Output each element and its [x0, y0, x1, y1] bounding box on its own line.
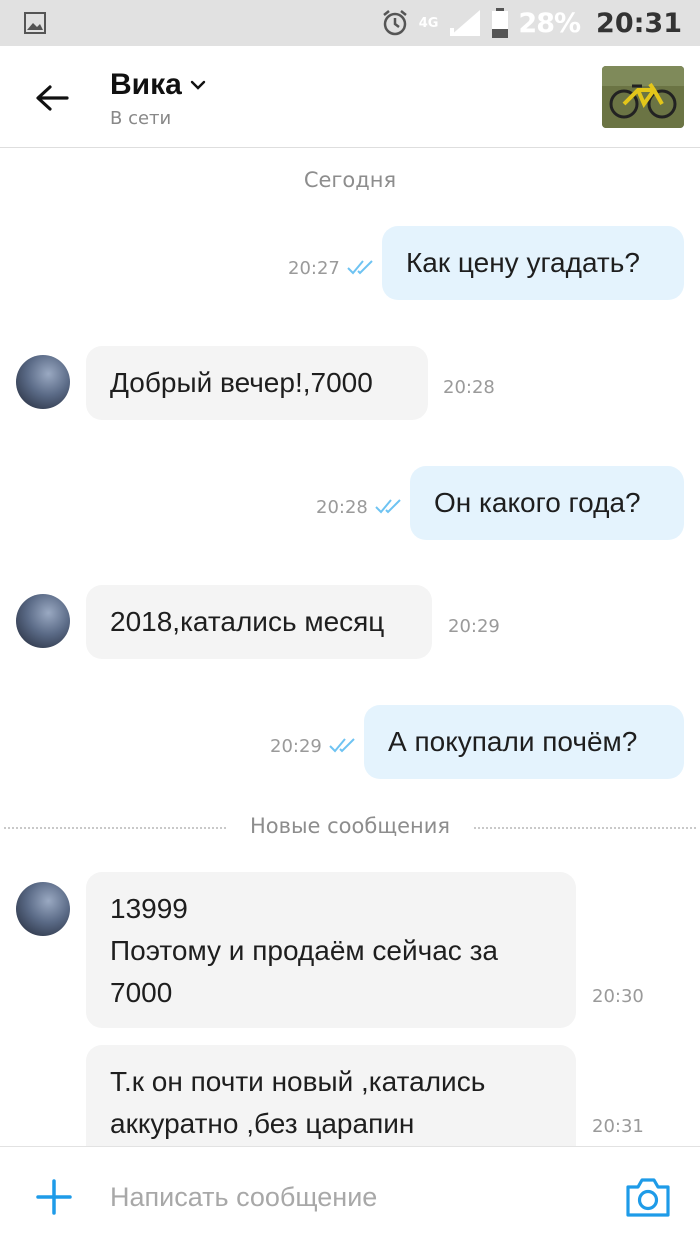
signal-icon [450, 10, 481, 36]
message-composer [0, 1146, 700, 1244]
new-messages-divider: Новые сообщения [0, 814, 700, 840]
chat-area[interactable]: Сегодня 20:27 Как цену угадать? Добрый в… [0, 148, 700, 1146]
chevron-down-icon [190, 80, 206, 90]
avatar[interactable] [16, 882, 70, 936]
plus-icon [36, 1179, 72, 1215]
message-bubble[interactable]: Добрый вечер!,7000 [86, 346, 428, 420]
day-separator: Сегодня [303, 168, 397, 192]
message-time: 20:27 [288, 258, 340, 279]
message-time: 20:29 [448, 616, 500, 637]
message-bubble[interactable]: 2018,катались месяц [86, 585, 432, 659]
status-bar: 4G 28% 20:31 [0, 0, 700, 46]
read-ticks-icon [329, 738, 355, 753]
add-attachment-button[interactable] [34, 1177, 74, 1217]
clock: 20:31 [596, 7, 682, 39]
message-time: 20:30 [592, 986, 644, 1007]
message-time: 20:29 [270, 736, 322, 757]
chat-header: Вика В сети [0, 46, 700, 148]
new-messages-label: Новые сообщения [235, 814, 465, 838]
listing-thumbnail[interactable] [602, 66, 684, 128]
read-ticks-icon [347, 260, 373, 275]
camera-button[interactable] [624, 1175, 672, 1219]
battery-icon [492, 8, 509, 38]
message-time: 20:31 [592, 1116, 644, 1137]
image-icon [24, 12, 46, 34]
message-bubble[interactable]: Т.к он почти новый ,катались аккуратно ,… [86, 1045, 576, 1146]
camera-icon [626, 1178, 670, 1217]
avatar[interactable] [16, 355, 70, 409]
contact-info[interactable]: Вика В сети [110, 68, 206, 129]
back-button[interactable] [30, 76, 74, 120]
message-input[interactable] [110, 1177, 570, 1217]
message-bubble[interactable]: А покупали почём? [364, 705, 684, 779]
message-time: 20:28 [316, 497, 368, 518]
message-bubble[interactable]: 13999 Поэтому и продаём сейчас за 7000 [86, 872, 576, 1028]
network-type: 4G [418, 15, 439, 31]
bicycle-photo [602, 66, 684, 128]
contact-status: В сети [110, 108, 172, 129]
read-ticks-icon [375, 499, 401, 514]
message-bubble[interactable]: Как цену угадать? [382, 226, 684, 300]
contact-name: Вика [110, 68, 182, 101]
arrow-left-icon [36, 85, 69, 111]
avatar[interactable] [16, 594, 70, 648]
message-time: 20:28 [443, 377, 495, 398]
message-bubble[interactable]: Он какого года? [410, 466, 684, 540]
battery-percent: 28% [518, 7, 581, 39]
alarm-icon [382, 10, 407, 36]
